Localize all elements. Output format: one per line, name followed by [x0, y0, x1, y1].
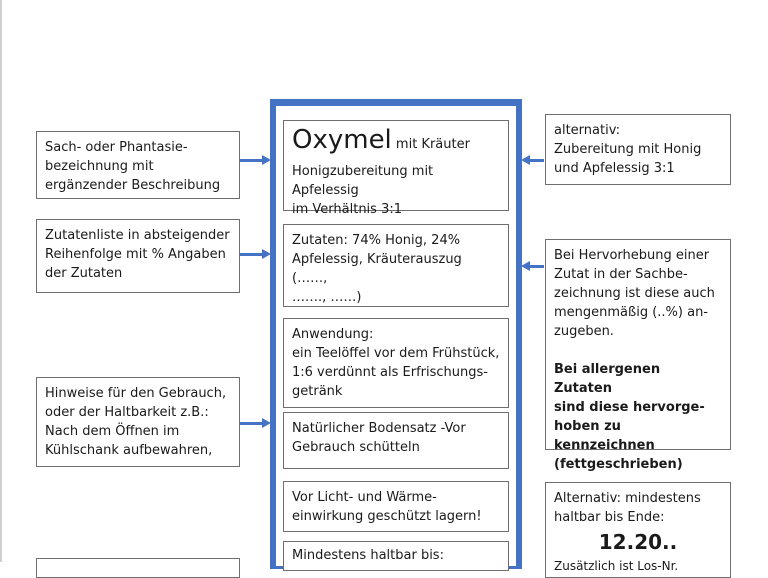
product-title-box: Oxymel mit Kräuter Honigzubereitung mit …	[283, 120, 509, 217]
best-before-note: Alternativ: mindestens haltbar bis Ende:…	[545, 482, 731, 578]
arrow-alternative-head	[521, 155, 530, 165]
emphasis-note-text: Bei Hervorhebung einer Zutat in der Sach…	[554, 248, 715, 339]
product-title: Oxymel mit Kräuter	[292, 125, 500, 162]
ingredients-text: Zutaten: 74% Honig, 24% Apfelessig, Kräu…	[292, 233, 462, 305]
ingredients-note: Zutatenliste in absteigender Reihenfolge…	[36, 219, 240, 293]
usage-note-text: Hinweise für den Gebrauch, oder der Halt…	[45, 386, 227, 458]
arrow-usage-line	[240, 422, 264, 425]
sediment-box: Natürlicher Bodensatz -Vor Gebrauch schü…	[283, 412, 509, 469]
arrow-emphasis-line	[528, 265, 544, 268]
emphasis-note: Bei Hervorhebung einer Zutat in der Sach…	[545, 239, 731, 472]
product-description: Honigzubereitung mit Apfelessig im Verhä…	[292, 164, 434, 217]
name-description-text: Sach- oder Phantasie- bezeichnung mit er…	[45, 140, 221, 193]
page-edge	[0, 0, 2, 562]
ingredients-note-text: Zutatenliste in absteigender Reihenfolge…	[45, 228, 230, 281]
sediment-text: Natürlicher Bodensatz -Vor Gebrauch schü…	[292, 421, 466, 455]
storage-text: Vor Licht- und Wärme- einwirkung geschüt…	[292, 490, 482, 524]
product-suffix: mit Kräuter	[391, 137, 470, 152]
storage-box: Vor Licht- und Wärme- einwirkung geschüt…	[283, 481, 509, 532]
best-before-text: Mindestens haltbar bis:	[292, 548, 444, 563]
arrow-emphasis-head	[521, 261, 530, 271]
best-before-date: 12.20..	[598, 530, 678, 554]
arrow-alternative-line	[528, 159, 544, 162]
bottom-left-note	[36, 558, 240, 578]
application-text: Anwendung: ein Teelöffel vor dem Frühstü…	[292, 327, 500, 399]
product-name: Oxymel	[292, 125, 392, 155]
arrow-ingredients-line	[240, 253, 264, 256]
usage-note: Hinweise für den Gebrauch, oder der Halt…	[36, 377, 240, 467]
allergen-note-text: Bei allergenen Zutaten sind diese hervor…	[554, 362, 705, 472]
best-before-note-text: Alternativ: mindestens haltbar bis Ende:	[554, 491, 701, 525]
alternative-note: alternativ: Zubereitung mit Honig und Ap…	[545, 114, 731, 185]
ingredients-box: Zutaten: 74% Honig, 24% Apfelessig, Kräu…	[283, 224, 509, 307]
name-description-note: Sach- oder Phantasie- bezeichnung mit er…	[36, 131, 240, 199]
application-box: Anwendung: ein Teelöffel vor dem Frühstü…	[283, 318, 509, 408]
best-before-box: Mindestens haltbar bis:	[283, 541, 509, 571]
arrow-name-line	[240, 159, 264, 162]
lot-number-text: Zusätzlich ist Los-Nr.	[554, 559, 679, 573]
alternative-note-text: alternativ: Zubereitung mit Honig und Ap…	[554, 123, 702, 176]
